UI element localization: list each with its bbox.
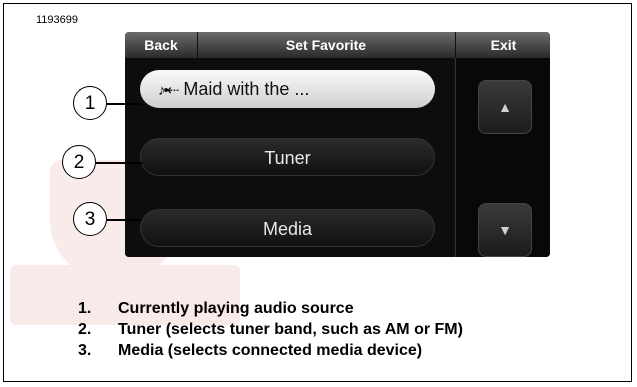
tuner-label: Tuner <box>264 148 311 168</box>
legend-text: Tuner (selects tuner band, such as AM or… <box>118 321 463 338</box>
scroll-down-button[interactable]: ▼ <box>478 203 532 257</box>
scroll-panel: ▲ ▼ <box>455 58 550 257</box>
legend-number: 1. <box>78 300 92 317</box>
legend-number: 2. <box>78 321 92 338</box>
current-source-label: Maid with the ... <box>183 79 310 99</box>
screen-title: Set Favorite <box>285 37 367 53</box>
infotainment-screen: Back Set Favorite Exit ♪•⇠ Maid with the … <box>125 32 550 257</box>
music-usb-icon: ♪•⇠ <box>158 82 179 99</box>
callout-leader-3 <box>107 219 142 221</box>
callout-leader-2 <box>96 162 142 164</box>
callout-2: 2 <box>62 145 96 179</box>
top-bar: Back Set Favorite Exit <box>125 32 550 58</box>
favorites-list: ♪•⇠ Maid with the ... Tuner Media <box>125 58 453 257</box>
media-label: Media <box>262 219 313 239</box>
callout-3: 3 <box>73 202 107 236</box>
callout-1: 1 <box>73 86 107 120</box>
back-button[interactable]: Back <box>125 32 198 58</box>
figure-id: 1193699 <box>36 14 79 26</box>
arrow-up-icon: ▲ <box>498 99 512 115</box>
scroll-up-button[interactable]: ▲ <box>478 80 532 134</box>
tuner-button[interactable]: Tuner <box>140 138 435 176</box>
exit-button[interactable]: Exit <box>455 32 550 58</box>
legend-number: 3. <box>78 342 92 359</box>
media-button[interactable]: Media <box>140 209 435 247</box>
callout-leader-1 <box>107 103 142 105</box>
current-source-button[interactable]: ♪•⇠ Maid with the ... <box>140 70 435 108</box>
legend-text: Currently playing audio source <box>118 300 354 317</box>
legend-text: Media (selects connected media device) <box>118 342 423 359</box>
arrow-down-icon: ▼ <box>498 222 512 238</box>
